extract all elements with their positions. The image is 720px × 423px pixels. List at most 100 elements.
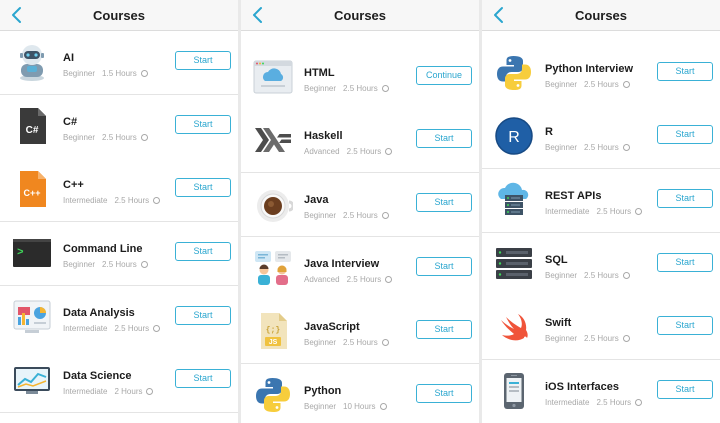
start-button[interactable]: Start bbox=[657, 62, 713, 81]
course-meta: Beginner 2.5 Hours bbox=[545, 271, 630, 280]
continue-button[interactable]: Continue bbox=[416, 66, 472, 85]
course-meta: Beginner 2.5 Hours bbox=[304, 211, 389, 220]
start-button[interactable]: Start bbox=[657, 125, 713, 144]
clock-icon bbox=[381, 339, 389, 346]
course-row-ios-interfaces[interactable]: iOS Interfaces Intermediate 2.5 Hours Start bbox=[482, 360, 720, 423]
courses-screen-1: Courses AI Beginner 1.5 Hours Start C# C# Begin… bbox=[0, 0, 238, 423]
data-analysis-icon bbox=[12, 297, 52, 337]
start-button[interactable]: Start bbox=[657, 253, 713, 272]
course-row-rest-apis[interactable]: REST APIs Intermediate 2.5 Hours Start bbox=[482, 169, 720, 233]
course-level: Beginner bbox=[304, 402, 337, 411]
course-row-swift[interactable]: Swift Beginner 2.5 Hours Start bbox=[482, 296, 720, 360]
start-button[interactable]: Start bbox=[175, 306, 231, 325]
start-button[interactable]: Start bbox=[175, 178, 231, 197]
swift-icon bbox=[494, 307, 534, 347]
start-button[interactable]: Start bbox=[416, 384, 472, 403]
start-button[interactable]: Start bbox=[657, 380, 713, 399]
svg-text:>: > bbox=[17, 247, 24, 259]
course-title: JavaScript bbox=[304, 321, 360, 333]
course-meta: Intermediate 2.5 Hours bbox=[63, 196, 161, 205]
course-duration: 2 Hours bbox=[114, 387, 143, 396]
course-row-c[interactable]: C# C# Beginner 2.5 Hours Start bbox=[0, 95, 238, 159]
course-row-sql[interactable]: SQL Beginner 2.5 Hours Start bbox=[482, 233, 720, 297]
course-meta: Beginner 2.5 Hours bbox=[545, 143, 630, 152]
start-button[interactable]: Start bbox=[416, 129, 472, 148]
courses-screen-3: Courses Python Interview Beginner 2.5 Hours… bbox=[482, 0, 720, 423]
python-icon bbox=[253, 375, 293, 415]
course-row-data-science[interactable]: Data Science Intermediate 2 Hours Start bbox=[0, 349, 238, 413]
nav-header: Courses bbox=[482, 0, 720, 31]
start-button[interactable]: Start bbox=[416, 320, 472, 339]
course-row-r[interactable]: R R Beginner 2.5 Hours Start bbox=[482, 105, 720, 169]
page-title: Courses bbox=[92, 8, 146, 23]
clock-icon bbox=[140, 134, 148, 141]
course-level: Beginner bbox=[63, 69, 96, 78]
clock-icon bbox=[622, 144, 630, 151]
course-level: Beginner bbox=[304, 84, 337, 93]
course-duration: 2.5 Hours bbox=[102, 133, 137, 142]
course-level: Beginner bbox=[63, 260, 96, 269]
start-button[interactable]: Start bbox=[416, 257, 472, 276]
course-row-data-analysis[interactable]: Data Analysis Intermediate 2.5 Hours Start bbox=[0, 286, 238, 350]
courses-screen-2: Courses HTML Beginner 2.5 Hours Continue Hask… bbox=[241, 0, 479, 423]
course-level: Intermediate bbox=[545, 207, 590, 216]
course-row-python[interactable]: Python Beginner 10 Hours Start bbox=[241, 364, 479, 423]
course-duration: 2.5 Hours bbox=[343, 84, 378, 93]
clock-icon bbox=[622, 272, 630, 279]
clock-icon bbox=[146, 388, 154, 395]
course-title: Python Interview bbox=[545, 63, 634, 75]
course-duration: 2.5 Hours bbox=[584, 334, 619, 343]
course-row-javascript[interactable]: {;} JS JavaScript Beginner 2.5 Hours Start bbox=[241, 300, 479, 364]
course-level: Beginner bbox=[545, 334, 578, 343]
course-title: Swift bbox=[545, 317, 572, 329]
course-title: REST APIs bbox=[545, 190, 602, 202]
html-browser-icon bbox=[253, 57, 293, 97]
svg-text:{;}: {;} bbox=[266, 326, 281, 335]
data-science-icon bbox=[12, 360, 52, 400]
course-title: Java Interview bbox=[304, 258, 380, 270]
cpp-file-icon: C++ bbox=[12, 169, 52, 209]
course-title: Data Analysis bbox=[63, 307, 135, 319]
course-row-haskell[interactable]: Haskell Advanced 2.5 Hours Start bbox=[241, 109, 479, 173]
course-duration: 2.5 Hours bbox=[114, 324, 150, 333]
course-duration: 2.5 Hours bbox=[346, 275, 382, 284]
course-meta: Intermediate 2.5 Hours bbox=[545, 398, 643, 407]
course-level: Intermediate bbox=[63, 196, 108, 205]
course-row-html[interactable]: HTML Beginner 2.5 Hours Continue bbox=[241, 46, 479, 110]
course-row-ai[interactable]: AI Beginner 1.5 Hours Start bbox=[0, 31, 238, 95]
course-row-command-line[interactable]: > Command Line Beginner 2.5 Hours Start bbox=[0, 222, 238, 286]
course-duration: 2.5 Hours bbox=[343, 211, 378, 220]
course-row-java[interactable]: Java Beginner 2.5 Hours Start bbox=[241, 173, 479, 237]
course-meta: Beginner 1.5 Hours bbox=[63, 69, 148, 78]
course-title: AI bbox=[63, 52, 74, 64]
robot-icon bbox=[12, 42, 52, 82]
page-title: Courses bbox=[333, 8, 387, 23]
course-meta: Intermediate 2.5 Hours bbox=[545, 207, 643, 216]
course-duration: 2.5 Hours bbox=[596, 398, 632, 407]
start-button[interactable]: Start bbox=[416, 193, 472, 212]
course-row-c[interactable]: C++ C++ Intermediate 2.5 Hours Start bbox=[0, 158, 238, 222]
clock-icon bbox=[635, 208, 643, 215]
course-row-python-interview[interactable]: Python Interview Beginner 2.5 Hours Start bbox=[482, 42, 720, 106]
start-button[interactable]: Start bbox=[175, 115, 231, 134]
course-row-java-interview[interactable]: Java Interview Advanced 2.5 Hours Start bbox=[241, 237, 479, 301]
course-meta: Intermediate 2.5 Hours bbox=[63, 324, 161, 333]
clock-icon bbox=[385, 148, 393, 155]
phone-icon bbox=[494, 371, 534, 411]
svg-text:R: R bbox=[508, 129, 520, 146]
start-button[interactable]: Start bbox=[175, 242, 231, 261]
course-level: Beginner bbox=[545, 271, 578, 280]
course-duration: 10 Hours bbox=[343, 402, 376, 411]
interview-icon bbox=[253, 248, 293, 288]
start-button[interactable]: Start bbox=[175, 369, 231, 388]
start-button[interactable]: Start bbox=[175, 51, 231, 70]
clock-icon bbox=[140, 261, 148, 268]
database-server-icon bbox=[494, 244, 534, 284]
course-title: C++ bbox=[63, 179, 84, 191]
start-button[interactable]: Start bbox=[657, 189, 713, 208]
app-screens: Courses AI Beginner 1.5 Hours Start C# C# Begin… bbox=[0, 0, 720, 423]
start-button[interactable]: Start bbox=[657, 316, 713, 335]
csharp-file-icon: C# bbox=[12, 106, 52, 146]
nav-header: Courses bbox=[0, 0, 238, 31]
clock-icon bbox=[622, 81, 630, 88]
